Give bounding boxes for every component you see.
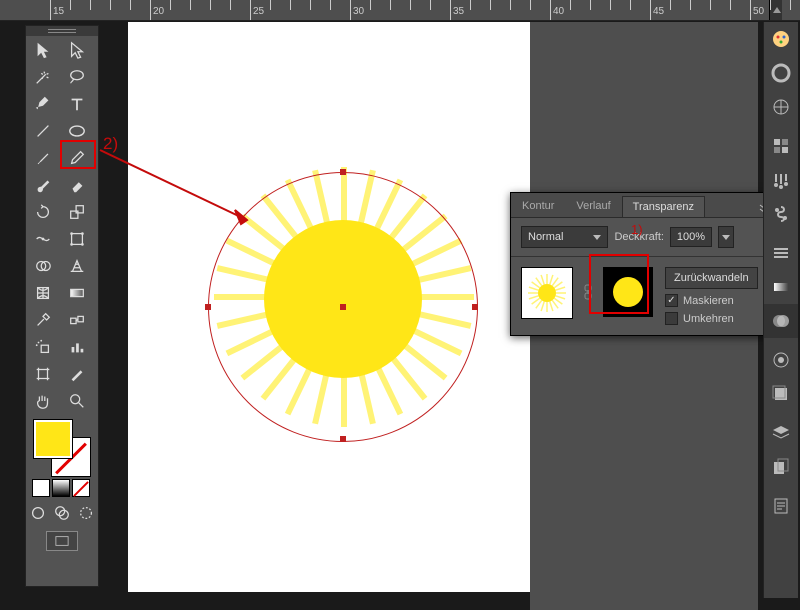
ruler-number: 30 — [353, 6, 364, 17]
draw-inside-button[interactable] — [74, 501, 98, 525]
lasso-tool[interactable] — [60, 63, 94, 90]
screen-mode-button[interactable] — [46, 531, 78, 551]
draw-normal-button[interactable] — [26, 501, 50, 525]
fill-swatch[interactable] — [34, 420, 72, 458]
width-tool[interactable] — [26, 225, 60, 252]
gradient-tool[interactable] — [60, 279, 94, 306]
paintbrush-tool[interactable] — [26, 144, 60, 171]
tools-panel[interactable] — [25, 25, 99, 587]
dock-kuler-icon[interactable] — [764, 90, 798, 124]
line-tool[interactable] — [26, 117, 60, 144]
none-mode-button[interactable] — [72, 479, 90, 497]
ruler-number: 20 — [153, 6, 164, 17]
dock-symbols-icon[interactable] — [764, 197, 798, 231]
dock-stroke-icon[interactable] — [764, 236, 798, 270]
ellipse-tool[interactable] — [60, 117, 94, 144]
symbol-sprayer-tool[interactable] — [26, 333, 60, 360]
annotation-tool-label: 2) — [103, 134, 118, 154]
blend-mode-value: Normal — [528, 231, 563, 243]
annotation-mask-label: 1) — [631, 222, 643, 237]
tab-transparenz[interactable]: Transparenz — [622, 196, 705, 217]
annotation-highlight-mask — [589, 254, 649, 314]
release-mask-button[interactable]: Zurückwandeln — [665, 267, 758, 289]
dock-color-guide-icon[interactable] — [764, 56, 798, 90]
type-tool[interactable] — [60, 90, 94, 117]
artboard[interactable] — [128, 22, 530, 592]
tab-verlauf[interactable]: Verlauf — [565, 195, 621, 217]
ruler-number: 40 — [553, 6, 564, 17]
ruler-number: 35 — [453, 6, 464, 17]
color-mode-button[interactable] — [32, 479, 50, 497]
tools-panel-grip[interactable] — [26, 26, 98, 36]
selection-handle[interactable] — [205, 304, 211, 310]
gradient-mode-button[interactable] — [52, 479, 70, 497]
perspective-grid-tool[interactable] — [60, 252, 94, 279]
mask-checkbox[interactable]: ✓Maskieren — [665, 294, 758, 307]
pencil-tool[interactable] — [60, 144, 94, 171]
rotate-tool[interactable] — [26, 198, 60, 225]
draw-behind-button[interactable] — [50, 501, 74, 525]
dock-artboards-icon[interactable] — [764, 450, 798, 484]
dock-graphic-styles-icon[interactable] — [764, 377, 798, 411]
dock-color-icon[interactable] — [764, 22, 798, 56]
selection-center[interactable] — [340, 304, 346, 310]
dock-layers-icon[interactable] — [764, 416, 798, 450]
column-graph-tool[interactable] — [60, 333, 94, 360]
slice-tool[interactable] — [60, 360, 94, 387]
dock-appearance-icon[interactable] — [764, 343, 798, 377]
magic-wand-tool[interactable] — [26, 63, 60, 90]
free-transform-tool[interactable] — [60, 225, 94, 252]
right-dock[interactable] — [763, 22, 798, 598]
eyedropper-tool[interactable] — [26, 306, 60, 333]
fill-stroke-swatch[interactable] — [34, 420, 89, 475]
selection-handle[interactable] — [340, 169, 346, 175]
horizontal-ruler: 15 20 25 30 35 40 45 50 — [0, 0, 800, 21]
hand-tool[interactable] — [26, 387, 60, 414]
blob-brush-tool[interactable] — [26, 171, 60, 198]
transparency-panel[interactable]: Kontur Verlauf Transparenz Normal Deckkr… — [510, 192, 790, 336]
zoom-tool[interactable] — [60, 387, 94, 414]
selection-tool[interactable] — [26, 36, 60, 63]
artwork-thumbnail[interactable] — [521, 267, 573, 319]
mesh-tool[interactable] — [26, 279, 60, 306]
ruler-number: 45 — [653, 6, 664, 17]
ruler-number: 25 — [253, 6, 264, 17]
dock-links-icon[interactable] — [764, 489, 798, 523]
blend-mode-dropdown[interactable]: Normal — [521, 226, 608, 248]
ruler-number: 15 — [53, 6, 64, 17]
invert-checkbox[interactable]: Umkehren — [665, 312, 758, 325]
blend-tool[interactable] — [60, 306, 94, 333]
tab-kontur[interactable]: Kontur — [511, 195, 565, 217]
artboard-tool[interactable] — [26, 360, 60, 387]
scale-tool[interactable] — [60, 198, 94, 225]
dock-transparency-icon[interactable] — [764, 304, 798, 338]
pen-tool[interactable] — [26, 90, 60, 117]
ruler-number: 50 — [753, 6, 764, 17]
dock-gradient-icon[interactable] — [764, 270, 798, 304]
selection-handle[interactable] — [340, 436, 346, 442]
selection-handle[interactable] — [472, 304, 478, 310]
dock-swatches-icon[interactable] — [764, 129, 798, 163]
dock-brushes-icon[interactable] — [764, 163, 798, 197]
opacity-input[interactable]: 100% — [670, 227, 712, 247]
shape-builder-tool[interactable] — [26, 252, 60, 279]
opacity-stepper[interactable] — [718, 226, 734, 248]
direct-selection-tool[interactable] — [60, 36, 94, 63]
eraser-tool[interactable] — [60, 171, 94, 198]
